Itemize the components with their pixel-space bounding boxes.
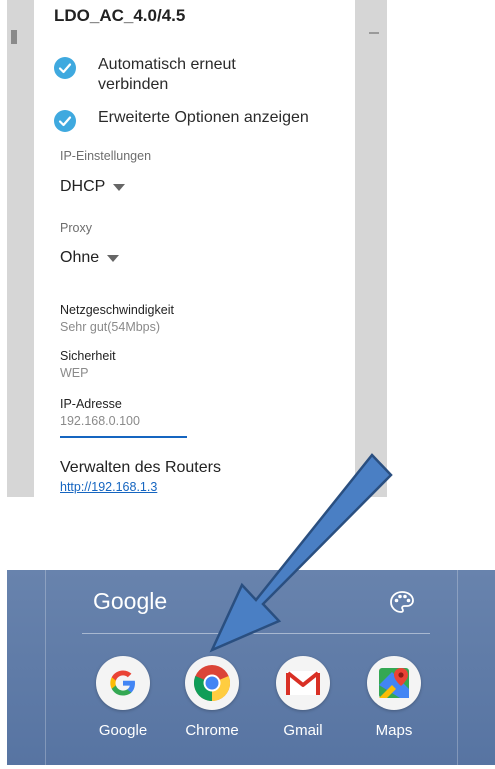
proxy-dropdown[interactable]: Ohne (60, 249, 120, 267)
app-chrome[interactable]: Chrome (167, 656, 257, 739)
auto-reconnect-option[interactable]: Automatisch erneut verbinden (54, 55, 268, 95)
proxy-value: Ohne (60, 249, 100, 266)
chrome-icon (185, 656, 239, 710)
checkmark-icon (54, 110, 76, 132)
folder-title[interactable]: Google (93, 588, 167, 615)
dropdown-caret-icon (113, 183, 126, 191)
auto-reconnect-label: Automatisch erneut verbinden (98, 56, 236, 93)
network-name-title: LDO_AC_4.0/4.5 (54, 6, 186, 25)
ip-settings-dropdown[interactable]: DHCP (60, 178, 126, 196)
app-gmail[interactable]: Gmail (258, 656, 348, 739)
proxy-label: Proxy (60, 221, 92, 235)
advanced-options-option[interactable]: Erweiterte Optionen anzeigen (54, 108, 309, 132)
app-label: Gmail (283, 722, 323, 739)
app-label: Maps (375, 722, 413, 739)
panel-edge-line (45, 570, 46, 765)
link-speed-label: Netzgeschwindigkeit (60, 303, 174, 317)
palette-icon[interactable] (389, 590, 415, 619)
background-panel-right (355, 0, 387, 497)
app-google[interactable]: Google (78, 656, 168, 739)
google-g-icon (96, 656, 150, 710)
background-panel-left (7, 0, 34, 497)
maps-icon (367, 656, 421, 710)
ip-address-label: IP-Adresse (60, 397, 122, 411)
wifi-settings-screenshot: LDO_AC_4.0/4.5 Automatisch erneut verbin… (7, 0, 387, 497)
background-glyph (369, 32, 379, 34)
ip-address-value: 192.168.0.100 (60, 414, 140, 428)
advanced-options-label: Erweiterte Optionen anzeigen (98, 109, 309, 126)
ip-settings-label: IP-Einstellungen (60, 149, 152, 163)
panel-edge-line (457, 570, 458, 765)
home-screen-folder-screenshot: Google Google Chrome Gmail Maps (7, 570, 495, 765)
folder-divider (82, 633, 430, 634)
checkmark-icon (54, 57, 76, 79)
app-label: Google (98, 722, 148, 739)
manage-router-label: Verwalten des Routers (60, 459, 221, 476)
gmail-icon (276, 656, 330, 710)
app-maps[interactable]: Maps (349, 656, 439, 739)
ip-address-underline (60, 436, 187, 438)
ip-settings-value: DHCP (60, 178, 106, 195)
app-label: Chrome (185, 722, 239, 739)
router-link[interactable]: http://192.168.1.3 (60, 480, 157, 494)
link-speed-value: Sehr gut(54Mbps) (60, 320, 161, 334)
background-glyph (11, 30, 17, 44)
security-value: WEP (60, 366, 89, 380)
wifi-network-dialog: LDO_AC_4.0/4.5 Automatisch erneut verbin… (34, 0, 355, 497)
dropdown-caret-icon (107, 254, 120, 262)
security-label: Sicherheit (60, 349, 116, 363)
